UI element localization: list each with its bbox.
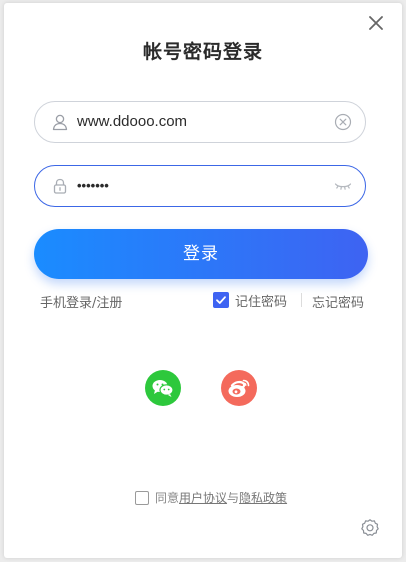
username-field[interactable]: www.ddooo.com xyxy=(34,101,366,143)
remember-password-label: 记住密码 xyxy=(235,294,288,310)
divider xyxy=(301,293,302,307)
agreement-prefix: 同意 xyxy=(155,491,180,505)
eye-closed-icon[interactable] xyxy=(334,177,352,195)
check-icon xyxy=(216,296,226,304)
wechat-icon xyxy=(152,380,174,397)
lock-icon xyxy=(51,177,69,195)
password-field[interactable]: ••••••• xyxy=(34,165,366,207)
login-button[interactable]: 登录 xyxy=(34,229,368,279)
weibo-login-button[interactable] xyxy=(221,370,257,406)
username-input[interactable]: www.ddooo.com xyxy=(77,102,187,142)
phone-login-link[interactable]: 手机登录/注册 xyxy=(40,292,122,311)
close-icon[interactable] xyxy=(367,14,385,32)
user-agreement-link[interactable]: 用户协议 xyxy=(179,489,227,506)
agreement-row: 同意 用户协议 与 隐私政策 xyxy=(135,489,287,506)
forgot-password-link[interactable]: 忘记密码 xyxy=(312,292,364,311)
remember-password-option[interactable]: 记住密码 xyxy=(213,291,288,310)
clear-icon[interactable] xyxy=(334,113,352,131)
privacy-policy-link[interactable]: 隐私政策 xyxy=(239,489,287,506)
wechat-login-button[interactable] xyxy=(145,370,181,406)
user-icon xyxy=(51,113,69,131)
page-title: 帐号密码登录 xyxy=(142,41,263,63)
agreement-connector: 与 xyxy=(227,491,240,505)
agreement-checkbox[interactable] xyxy=(135,490,149,505)
weibo-icon xyxy=(228,379,250,397)
login-dialog: 帐号密码登录 www.ddooo.com ••••••• 登录 手机登录/注册 … xyxy=(4,3,402,558)
settings-icon[interactable] xyxy=(360,518,380,538)
remember-checkbox[interactable] xyxy=(213,292,229,308)
password-input[interactable]: ••••••• xyxy=(77,166,109,206)
